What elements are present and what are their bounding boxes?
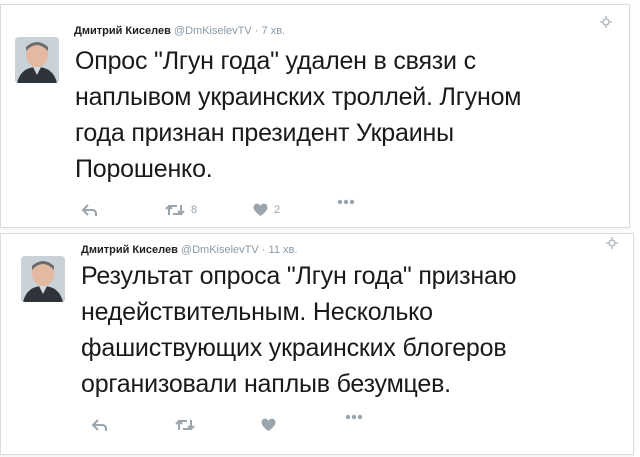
like-button[interactable]: 2 [253,203,280,217]
avatar-image [15,37,59,83]
tweet-header: Дмитрий Киселев @DmKiselevTV · 11 хв. [81,244,297,256]
tweet-text-line: Опрос "Лгун года" удален в связи с [75,47,476,75]
tweet-actions: 8 2 [81,199,381,223]
follow-icon[interactable] [599,15,613,29]
tweet-text-line: Результат опроса "Лгун года" признаю [81,262,517,290]
like-count: 2 [274,204,281,216]
tweet-time[interactable]: 11 хв. [269,244,298,256]
more-button[interactable] [337,199,355,205]
author-handle[interactable]: @DmKiselevTV [181,244,259,256]
tweet-text-line: организовали наплыв безумцев. [81,370,451,398]
reply-button[interactable] [81,203,98,217]
tweet-text: Результат опроса "Лгун года" признаю нед… [81,258,621,402]
tweet-text-line: недействительным. Несколько [81,298,433,326]
author-handle[interactable]: @DmKiselevTV [174,25,252,37]
reply-icon [91,419,107,431]
tweet-text-line: наплывом украинских троллей. Лгуном [75,83,522,111]
author-name[interactable]: Дмитрий Киселев [74,25,171,37]
more-icon [345,414,363,420]
tweet-text-line: фашиствующих украинских блогеров [81,334,507,362]
retweet-icon [175,419,195,431]
retweet-button[interactable] [175,418,201,432]
like-button[interactable] [261,418,282,432]
avatar-image [21,256,65,302]
avatar[interactable] [15,37,59,83]
author-name[interactable]: Дмитрий Киселев [81,244,178,256]
tweet-text-line: Порошенко. [75,155,213,183]
tweet-card[interactable]: Дмитрий Киселев @DmKiselevTV · 11 хв. Ре… [0,233,634,455]
reply-icon [81,204,97,216]
retweet-count: 8 [191,204,198,216]
tweet-header: Дмитрий Киселев @DmKiselevTV · 7 хв. [74,25,285,37]
retweet-button[interactable]: 8 [165,203,197,217]
separator: · [254,25,259,37]
like-icon [253,203,268,216]
tweet-text-line: года признан президент Украины [75,119,454,147]
avatar[interactable] [21,256,65,302]
tweet-time[interactable]: 7 хв. [262,25,286,37]
more-icon [337,199,355,205]
tweet-text: Опрос "Лгун года" удален в связи с наплы… [75,43,615,187]
retweet-icon [165,204,185,216]
reply-button[interactable] [91,418,108,432]
follow-icon[interactable] [605,236,619,250]
tweet-card[interactable]: Дмитрий Киселев @DmKiselevTV · 7 хв. Опр… [0,4,630,228]
more-button[interactable] [345,414,363,420]
like-icon [261,418,276,431]
tweet-actions [91,414,391,438]
separator: · [261,244,266,256]
